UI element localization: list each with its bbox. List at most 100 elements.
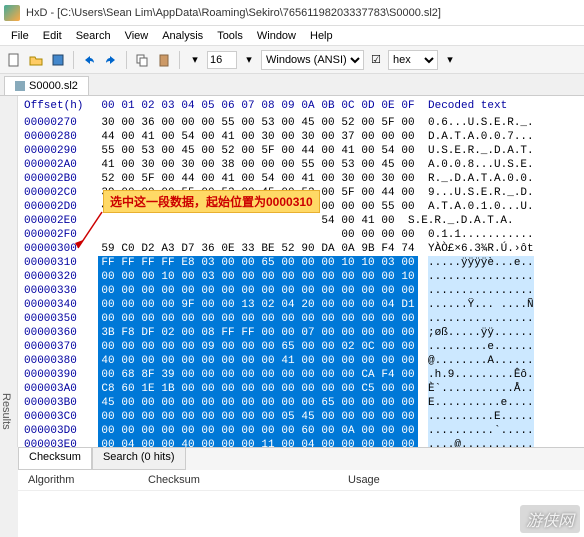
hex-byte[interactable]: 00 <box>118 172 138 186</box>
hex-byte[interactable]: 00 <box>218 298 238 312</box>
hex-byte[interactable]: 60 <box>118 382 138 396</box>
hex-byte[interactable]: 00 <box>198 158 218 172</box>
hex-byte[interactable]: 00 <box>238 172 258 186</box>
paste-button[interactable] <box>154 50 174 70</box>
hex-byte[interactable]: 00 <box>278 144 298 158</box>
checkbox-icon[interactable]: ☑ <box>366 50 386 70</box>
hex-byte[interactable]: 00 <box>118 312 138 326</box>
hex-byte[interactable]: 00 <box>258 354 278 368</box>
hex-byte[interactable]: 00 <box>198 410 218 424</box>
hex-byte[interactable]: 00 <box>238 116 258 130</box>
hex-byte[interactable]: 00 <box>278 270 298 284</box>
hex-byte[interactable]: 55 <box>98 144 118 158</box>
hex-byte[interactable]: 9F <box>178 298 198 312</box>
hex-byte[interactable]: 00 <box>318 130 338 144</box>
save-button[interactable] <box>48 50 68 70</box>
tab-checksum[interactable]: Checksum <box>18 448 92 470</box>
hex-byte[interactable]: 00 <box>238 340 258 354</box>
hex-byte[interactable]: 00 <box>358 354 378 368</box>
hex-byte[interactable]: 00 <box>258 312 278 326</box>
hex-byte[interactable]: F8 <box>118 326 138 340</box>
hex-byte[interactable]: 00 <box>238 410 258 424</box>
hex-byte[interactable]: 00 <box>218 312 238 326</box>
hex-byte[interactable]: 00 <box>358 172 378 186</box>
hex-byte[interactable]: 00 <box>318 200 338 214</box>
hex-byte[interactable]: 1B <box>158 382 178 396</box>
hex-byte[interactable] <box>118 214 138 228</box>
hex-byte[interactable]: 00 <box>198 130 218 144</box>
hex-byte[interactable]: 45 <box>378 158 398 172</box>
hex-byte[interactable]: 07 <box>298 326 318 340</box>
hex-byte[interactable]: 41 <box>278 354 298 368</box>
hex-byte[interactable]: 00 <box>358 326 378 340</box>
hex-byte[interactable]: 00 <box>218 256 238 270</box>
hex-byte[interactable]: 00 <box>298 354 318 368</box>
hex-byte[interactable]: 00 <box>218 270 238 284</box>
hex-byte[interactable]: 54 <box>318 214 338 228</box>
hex-byte[interactable]: 00 <box>338 228 358 242</box>
hex-byte[interactable]: 00 <box>258 368 278 382</box>
hex-byte[interactable]: A3 <box>158 242 178 256</box>
hex-byte[interactable]: C8 <box>98 382 118 396</box>
hex-byte[interactable]: 00 <box>398 116 418 130</box>
hex-byte[interactable]: 00 <box>158 298 178 312</box>
hex-byte[interactable]: 00 <box>398 130 418 144</box>
hex-byte[interactable]: 54 <box>178 130 198 144</box>
hex-byte[interactable]: 00 <box>278 172 298 186</box>
hex-byte[interactable]: 00 <box>198 368 218 382</box>
hex-byte[interactable]: 00 <box>98 368 118 382</box>
hex-byte[interactable]: 00 <box>378 228 398 242</box>
hex-byte[interactable]: 00 <box>318 270 338 284</box>
hex-byte[interactable] <box>278 214 298 228</box>
hex-byte[interactable]: 00 <box>158 312 178 326</box>
hex-byte[interactable]: BE <box>258 242 278 256</box>
hex-byte[interactable]: 00 <box>138 312 158 326</box>
decoded-text[interactable]: E..........e.... <box>428 396 534 410</box>
hex-byte[interactable]: 52 <box>338 116 358 130</box>
menu-edit[interactable]: Edit <box>36 28 69 44</box>
hex-byte[interactable]: 00 <box>398 340 418 354</box>
hex-byte[interactable] <box>158 214 178 228</box>
hex-byte[interactable]: 00 <box>358 186 378 200</box>
hex-byte[interactable]: 00 <box>278 158 298 172</box>
dropdown-icon[interactable]: ▾ <box>239 50 259 70</box>
hex-byte[interactable]: FF <box>158 256 178 270</box>
hex-byte[interactable]: 00 <box>378 270 398 284</box>
decoded-text[interactable]: A.T.A.0.1.0...U. <box>428 200 534 214</box>
hex-byte[interactable]: 44 <box>378 186 398 200</box>
hex-row[interactable]: 0000035000000000000000000000000000000000… <box>18 312 584 326</box>
hex-byte[interactable]: 00 <box>238 144 258 158</box>
hex-byte[interactable]: 00 <box>338 200 358 214</box>
hex-row[interactable]: 000003B045000000000000000000006500000000… <box>18 396 584 410</box>
hex-byte[interactable]: 00 <box>338 284 358 298</box>
hex-byte[interactable]: 10 <box>398 270 418 284</box>
hex-byte[interactable]: 65 <box>258 256 278 270</box>
hex-byte[interactable]: 60 <box>298 424 318 438</box>
hex-byte[interactable]: 00 <box>378 396 398 410</box>
hex-byte[interactable]: 00 <box>398 172 418 186</box>
hex-byte[interactable]: E8 <box>178 256 198 270</box>
hex-byte[interactable]: 00 <box>118 158 138 172</box>
hex-byte[interactable]: 45 <box>298 410 318 424</box>
hex-byte[interactable]: 00 <box>218 354 238 368</box>
hex-byte[interactable]: 00 <box>398 186 418 200</box>
hex-byte[interactable]: 55 <box>378 200 398 214</box>
hex-row[interactable]: 000002A041003000300038000000550053004500… <box>18 158 584 172</box>
hex-byte[interactable]: 53 <box>258 116 278 130</box>
hex-byte[interactable]: 05 <box>278 410 298 424</box>
hex-byte[interactable]: 65 <box>278 340 298 354</box>
hex-byte[interactable]: 00 <box>358 312 378 326</box>
hex-byte[interactable]: 0A <box>338 242 358 256</box>
hex-byte[interactable]: 00 <box>358 228 378 242</box>
hex-byte[interactable]: 41 <box>298 172 318 186</box>
hex-byte[interactable]: 00 <box>278 326 298 340</box>
hex-byte[interactable] <box>178 228 198 242</box>
hex-byte[interactable]: 00 <box>398 354 418 368</box>
hex-byte[interactable]: 00 <box>318 340 338 354</box>
hex-byte[interactable]: 00 <box>378 410 398 424</box>
decoded-text[interactable]: .....ÿÿÿÿè...e.. <box>428 256 534 270</box>
menu-search[interactable]: Search <box>69 28 118 44</box>
hex-byte[interactable]: 00 <box>298 256 318 270</box>
hex-byte[interactable]: 00 <box>278 396 298 410</box>
menu-tools[interactable]: Tools <box>210 28 250 44</box>
